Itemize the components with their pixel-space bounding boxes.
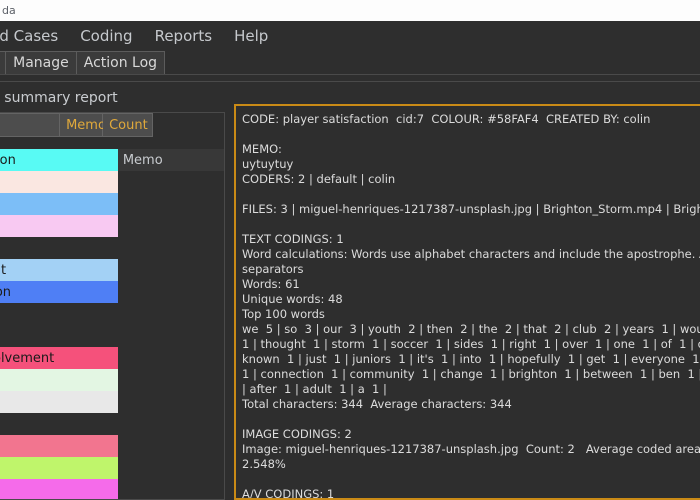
code-memo-cell[interactable] <box>118 193 224 215</box>
report-line: TEXT CODINGS: 1 <box>242 232 344 246</box>
code-memo-cell[interactable] <box>118 215 224 237</box>
table-row[interactable]: carefree <box>0 457 224 479</box>
report-blank-line <box>242 472 700 487</box>
application-window: da Files and CasesCodingReportsHelp Code… <box>0 0 700 500</box>
report-line: uytuytuy <box>242 157 294 171</box>
table-row[interactable]: soccer club <box>0 237 224 259</box>
report-line: FILES: 3 | miguel-henriques-1217387-unsp… <box>242 202 700 216</box>
report-line: CODE: player satisfaction cid:7 COLOUR: … <box>242 112 651 126</box>
code-memo-cell[interactable] <box>118 457 224 479</box>
column-header-count[interactable]: Count <box>103 113 154 137</box>
code-name-cell[interactable]: carefree <box>0 457 118 479</box>
page-title: Code summary report <box>0 90 118 106</box>
code-memo-cell[interactable] <box>118 435 224 457</box>
report-blank-line <box>242 187 700 202</box>
menu-item-help[interactable]: Help <box>223 24 279 48</box>
table-row[interactable]: new code <box>0 391 224 413</box>
column-header-memo[interactable]: Memo <box>60 113 106 137</box>
code-memo-cell[interactable] <box>118 479 224 499</box>
report-line: Top 100 words <box>242 307 325 321</box>
table-row[interactable]: based in Brighton <box>0 281 224 303</box>
code-memo-cell[interactable] <box>118 325 224 347</box>
code-tree-list[interactable]: player satisfactionMemoenjoy playingcoac… <box>0 149 224 499</box>
window-title: da <box>2 4 16 17</box>
code-memo-cell[interactable] <box>118 259 224 281</box>
table-row[interactable]: personalities <box>0 303 224 325</box>
menu-bar: Files and CasesCodingReportsHelp <box>0 21 700 51</box>
panel-divider <box>0 81 700 82</box>
report-line: | after 1 | adult 1 | a 1 | <box>242 382 387 396</box>
code-name-cell[interactable]: fantastic <box>0 479 118 499</box>
report-line: Total characters: 344 Average characters… <box>242 397 512 411</box>
table-row[interactable]: player satisfactionMemo <box>0 149 224 171</box>
toolbar-button-manage[interactable]: Manage <box>5 51 76 75</box>
table-row[interactable]: emotions <box>0 413 224 435</box>
code-memo-cell[interactable] <box>118 347 224 369</box>
toolbar: CodesManageAction Log <box>0 51 700 75</box>
code-name-cell[interactable]: emotions <box>0 413 118 435</box>
menu-item-files-and-cases[interactable]: Files and Cases <box>0 24 69 48</box>
code-name-cell[interactable]: coaching <box>0 193 118 215</box>
table-row[interactable]: coaching <box>0 193 224 215</box>
report-line: Unique words: 48 <box>242 292 343 306</box>
toolbar-divider <box>0 74 700 75</box>
toolbar-button-action-log[interactable]: Action Log <box>75 51 166 75</box>
report-blank-line <box>242 217 700 232</box>
menu-item-coding[interactable]: Coding <box>69 24 143 48</box>
report-line: Image: miguel-henriques-1217387-unsplash… <box>242 442 700 456</box>
code-name-cell[interactable] <box>0 215 118 237</box>
code-memo-cell[interactable] <box>118 391 224 413</box>
report-output-panel[interactable]: CODE: player satisfaction cid:7 COLOUR: … <box>234 104 700 500</box>
report-line: Words: 61 <box>242 277 300 291</box>
report-blank-line <box>242 412 700 427</box>
table-row[interactable]: social positives <box>0 325 224 347</box>
column-header-spacer <box>153 113 224 137</box>
code-memo-cell[interactable] <box>118 369 224 391</box>
code-name-cell[interactable]: community spirit <box>0 259 118 281</box>
code-name-cell[interactable] <box>0 369 118 391</box>
report-line: separators <box>242 262 304 276</box>
code-memo-cell[interactable] <box>118 237 224 259</box>
code-name-cell[interactable]: soccer club <box>0 237 118 259</box>
report-line: known 1 | just 1 | juniors 1 | it's 1 | … <box>242 352 700 366</box>
code-name-cell[interactable]: player satisfaction <box>0 149 118 171</box>
report-line: A/V CODINGS: 1 <box>242 487 335 500</box>
code-memo-cell[interactable]: Memo <box>117 149 224 171</box>
table-row[interactable] <box>0 215 224 237</box>
column-header-name[interactable]: Name <box>0 113 61 137</box>
menu-item-reports[interactable]: Reports <box>144 24 224 48</box>
code-name-cell[interactable]: based in Brighton <box>0 281 118 303</box>
table-row[interactable]: community spirit <box>0 259 224 281</box>
code-name-cell[interactable]: enjoy playing <box>0 171 118 193</box>
report-line: 1 | thought 1 | storm 1 | soccer 1 | sid… <box>242 337 700 351</box>
report-line: CODERS: 2 | default | colin <box>242 172 396 186</box>
window-titlebar: da <box>0 0 700 21</box>
table-row[interactable]: enjoy playing <box>0 171 224 193</box>
report-line: MEMO: <box>242 142 282 156</box>
tree-header-row: NameMemoCount <box>0 113 224 137</box>
code-memo-cell[interactable] <box>118 171 224 193</box>
table-row[interactable]: feels like <box>0 435 224 457</box>
table-row[interactable] <box>0 369 224 391</box>
report-line: 2.548% <box>242 457 286 471</box>
report-blank-line <box>242 127 700 142</box>
report-line: we 5 | so 3 | our 3 | youth 2 | then 2 |… <box>242 322 700 336</box>
report-line: 1 | connection 1 | community 1 | change … <box>242 367 700 381</box>
code-tree-panel[interactable]: NameMemoCount player satisfactionMemoenj… <box>0 112 225 500</box>
code-memo-cell[interactable] <box>118 413 224 435</box>
code-name-cell[interactable]: social positives <box>0 325 118 347</box>
code-name-cell[interactable]: new code <box>0 391 118 413</box>
code-memo-cell[interactable] <box>118 281 224 303</box>
report-line: Word calculations: Words use alphabet ch… <box>242 247 700 261</box>
report-text-content: CODE: player satisfaction cid:7 COLOUR: … <box>236 106 700 500</box>
code-memo-cell[interactable] <box>118 303 224 325</box>
code-name-cell[interactable]: community involvement <box>0 347 118 369</box>
report-line: IMAGE CODINGS: 2 <box>242 427 352 441</box>
code-name-cell[interactable]: feels like <box>0 435 118 457</box>
code-name-cell[interactable]: personalities <box>0 303 118 325</box>
table-row[interactable]: community involvement <box>0 347 224 369</box>
table-row[interactable]: fantastic <box>0 479 224 499</box>
